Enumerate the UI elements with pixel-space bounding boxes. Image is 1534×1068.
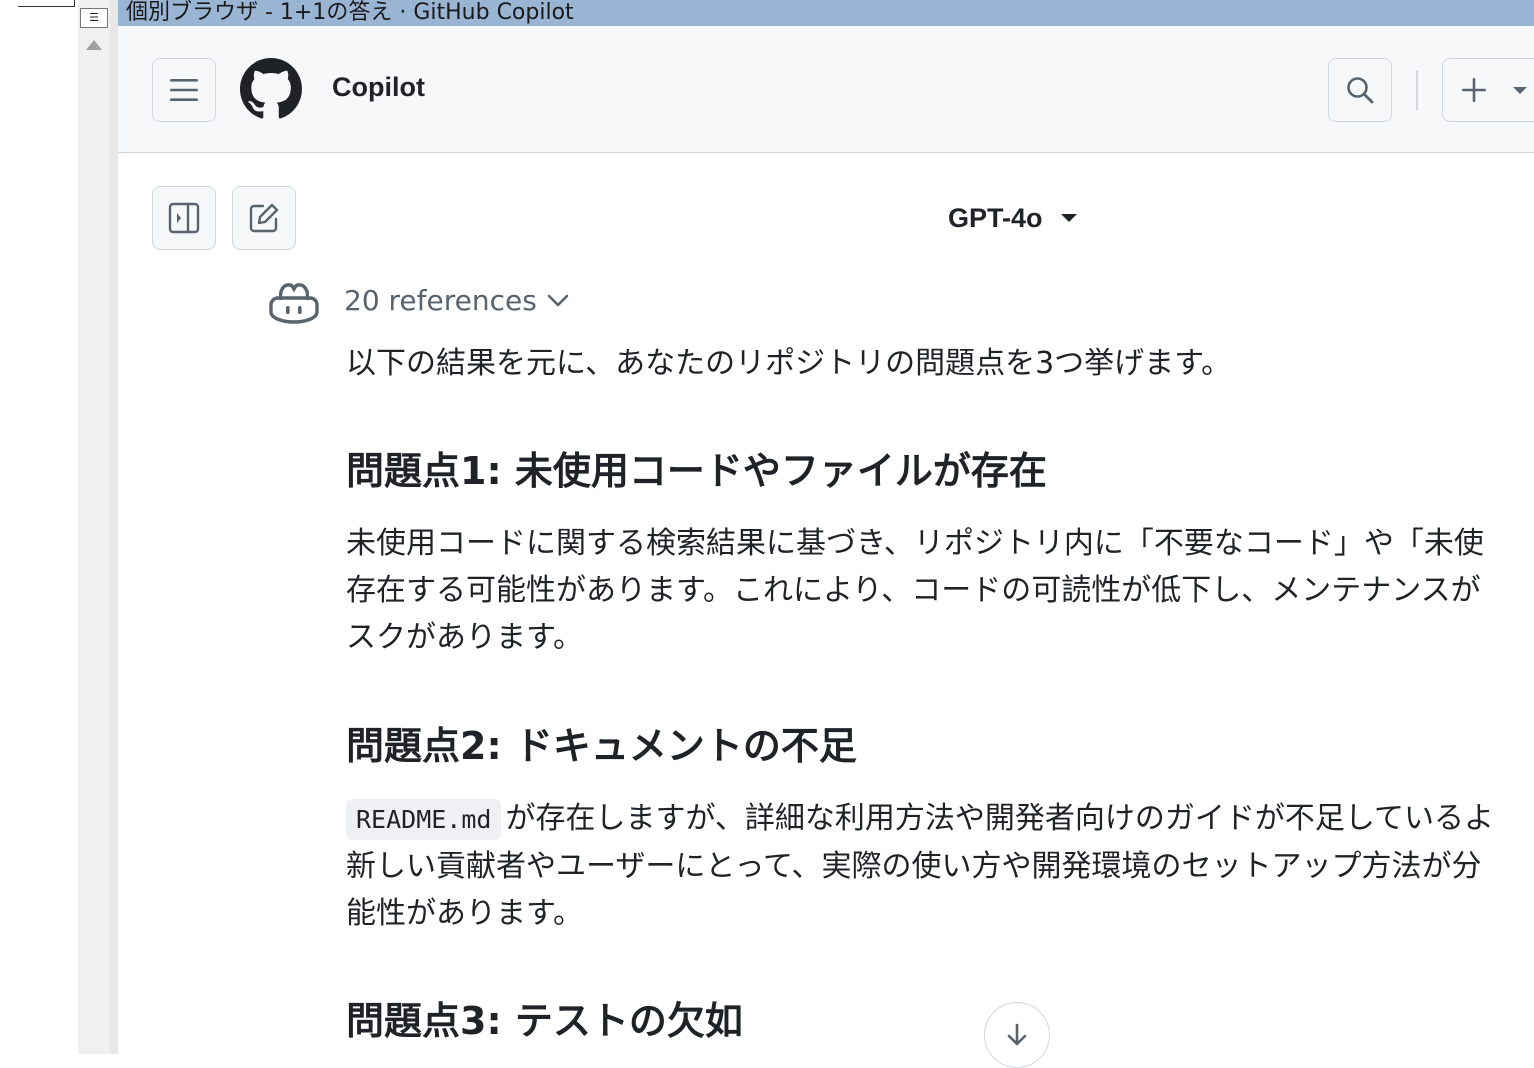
paragraph-line: 存在する可能性があります。これにより、コードの可読性が低下し、メンテナンスが [346, 573, 1481, 608]
model-selector[interactable]: GPT-4o [948, 200, 1077, 236]
search-icon [1347, 77, 1374, 104]
paragraph-line: README.md が存在しますが、詳細な利用方法や開発者向けのガイドが不足してい… [346, 795, 1494, 843]
paragraph-line: 新しい貢献者やユーザーにとって、実際の使い方や開発環境のセットアップ方法が分 [346, 849, 1482, 884]
section-paragraph: README.md が存在しますが、詳細な利用方法や開発者向けのガイドが不足してい… [346, 795, 1494, 937]
app-header: Copilot [118, 26, 1534, 153]
plus-icon [1462, 78, 1486, 102]
sidebar-toggle-icon [168, 202, 200, 234]
new-menu-button[interactable] [1442, 58, 1534, 122]
window-titlebar: 個別ブラウザ - 1+1の答え · GitHub Copilot [118, 0, 1534, 26]
menu-button[interactable] [152, 58, 216, 122]
section-heading: 問題点2: ドキュメントの不足 [346, 724, 857, 768]
pane-divider[interactable] [110, 0, 118, 1054]
inline-code: README.md [346, 799, 502, 840]
references-label: 20 references [344, 284, 537, 317]
chevron-down-icon [547, 294, 569, 306]
search-button[interactable] [1328, 58, 1392, 122]
section-paragraph: 未使用コードに関する検索結果に基づき、リポジトリ内に「不要なコード」や「未使 存… [346, 520, 1484, 661]
copilot-avatar-icon [269, 283, 319, 324]
mini-window-frame [18, 0, 75, 7]
new-chat-button[interactable] [232, 186, 296, 250]
arrow-down-icon [1007, 1023, 1027, 1046]
paragraph-line: 未使用コードに関する検索結果に基づき、リポジトリ内に「不要なコード」や「未使 [346, 526, 1484, 561]
list-icon[interactable]: ☰ [80, 8, 108, 28]
chevron-down-icon [1060, 214, 1077, 222]
sidebar-toggle-button[interactable] [152, 186, 216, 250]
outer-left-gutter [0, 0, 78, 1054]
edit-icon [249, 203, 279, 233]
model-label: GPT-4o [948, 202, 1043, 233]
message-intro: 以下の結果を元に、あなたのリポジトリの問題点を3つ挙げます。 [346, 346, 1232, 381]
chevron-down-icon [1513, 86, 1527, 94]
scroll-to-bottom-button[interactable] [984, 1002, 1050, 1068]
paragraph-line: スクがあります。 [346, 620, 583, 655]
references-toggle[interactable]: 20 references [344, 284, 569, 317]
paragraph-text: が存在しますが、詳細な利用方法や開発者向けのガイドが不足しているよ [505, 801, 1494, 836]
section-heading: 問題点1: 未使用コードやファイルが存在 [346, 449, 1047, 493]
section-heading: 問題点3: テストの欠如 [346, 999, 743, 1043]
header-separator [1416, 70, 1418, 110]
outer-scrollbar[interactable]: ☰ [78, 0, 111, 1054]
scroll-up-arrow-icon[interactable] [86, 40, 102, 50]
github-logo-icon[interactable] [240, 58, 302, 120]
hamburger-icon [170, 79, 198, 101]
paragraph-line: 能性があります。 [346, 896, 583, 931]
window-title: 個別ブラウザ - 1+1の答え · GitHub Copilot [126, 0, 574, 25]
app-title: Copilot [332, 72, 425, 102]
